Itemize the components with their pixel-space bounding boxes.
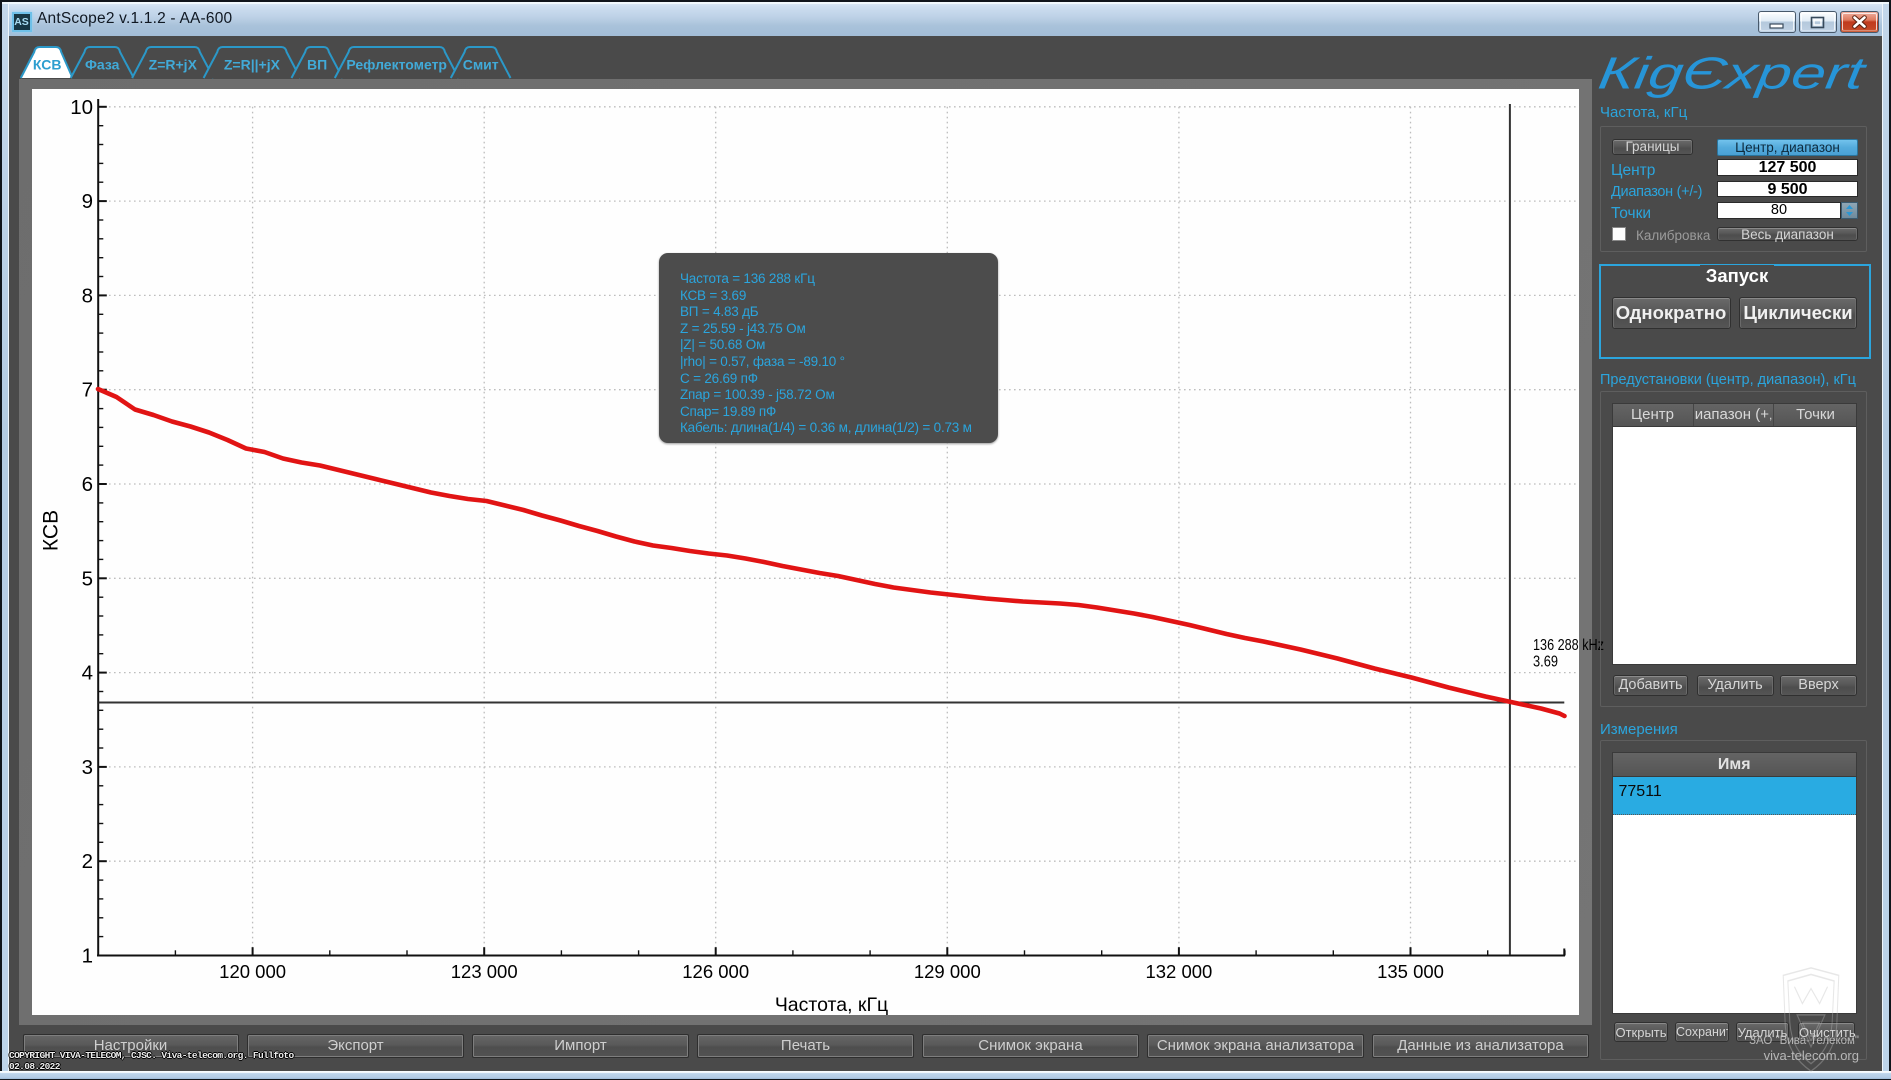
svg-text:Смит: Смит (463, 57, 499, 73)
svg-text:ВП: ВП (307, 57, 327, 73)
svg-text:Z=R+jX: Z=R+jX (149, 57, 198, 73)
svg-text:КСВ: КСВ (33, 57, 62, 73)
svg-text:КigЄxpert: КigЄxpert (1595, 48, 1870, 99)
svg-text:Z=R||+jX: Z=R||+jX (224, 57, 281, 73)
svg-text:Фаза: Фаза (85, 57, 120, 73)
svg-text:Рефлектометр: Рефлектометр (346, 57, 447, 73)
